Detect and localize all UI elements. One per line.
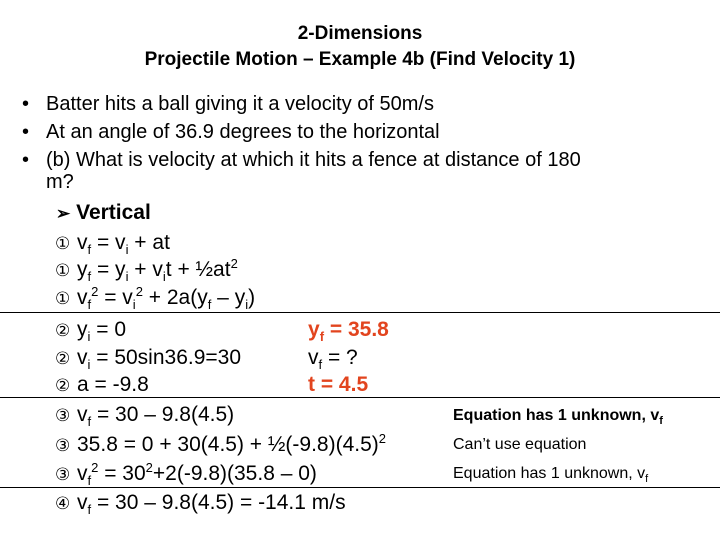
- note-text: Equation has 1 unknown, v: [453, 465, 646, 482]
- equation-1: ① vf = vi + at: [55, 230, 170, 257]
- eq-text: y: [77, 318, 88, 341]
- bullet-text: At an angle of 36.9 degrees to the horiz…: [46, 121, 440, 143]
- eq-text: = 30: [98, 462, 146, 485]
- note-1: Equation has 1 unknown, vf: [453, 407, 663, 427]
- eq-text: = v: [98, 286, 133, 309]
- step-2-icon: ②: [55, 321, 71, 340]
- eq-sup: 2: [378, 431, 386, 446]
- eq-text: + 2a(y: [142, 286, 208, 309]
- eq-sub: f: [87, 473, 92, 488]
- final-answer: ④ vf = 30 – 9.8(4.5) = -14.1 m/s: [55, 490, 346, 517]
- section-label: Vertical: [76, 201, 151, 224]
- equation-3: ① vf2 = vi2 + 2a(yf – yi): [55, 285, 255, 312]
- bullet-dot-icon: •: [22, 121, 30, 143]
- eq-text: v: [77, 462, 88, 485]
- note-2: Can’t use equation: [453, 436, 586, 454]
- eq-text: + v: [128, 258, 163, 281]
- equation-2: ① yf = yi + vit + ½at2: [55, 257, 238, 284]
- eq-text: v: [77, 491, 88, 514]
- eq-text: = ?: [322, 346, 358, 369]
- divider-line: [0, 487, 720, 488]
- arrow-bullet-icon: ➢: [56, 204, 71, 223]
- bullet-dot-icon: •: [22, 149, 30, 171]
- section-heading: ➢ Vertical: [56, 200, 151, 227]
- note-text: Can’t use equation: [453, 436, 587, 453]
- bullet-text: (b) What is velocity at which it hits a …: [46, 149, 581, 171]
- eq-text: v: [77, 286, 88, 309]
- bullet-dot-icon: •: [22, 93, 30, 115]
- eq-text: – y: [211, 286, 246, 309]
- note-sub: f: [659, 415, 663, 427]
- step-2-icon: ②: [55, 349, 71, 368]
- step-4-icon: ④: [55, 494, 71, 513]
- step-1-icon: ①: [55, 261, 71, 280]
- eq-text: ): [248, 286, 256, 309]
- known-a: ② a = -9.8: [55, 372, 149, 399]
- known-yf: yf = 35.8: [308, 317, 389, 343]
- known-vi: ② vi = 50sin36.9=30: [55, 345, 241, 372]
- step-3-icon: ③: [55, 465, 71, 484]
- known-yi: ② yi = 0: [55, 317, 126, 344]
- step-1-icon: ①: [55, 234, 71, 253]
- eq-text: v: [77, 403, 88, 426]
- eq-text: = 0: [90, 318, 127, 341]
- eq-text: = y: [91, 258, 126, 281]
- eq-text: = 50sin36.9=30: [90, 346, 242, 369]
- substitution-1: ③ vf = 30 – 9.8(4.5): [55, 402, 234, 429]
- eq-text: t = 4.5: [308, 373, 369, 396]
- substitution-2: ③ 35.8 = 0 + 30(4.5) + ½(-9.8)(4.5)2: [55, 432, 386, 459]
- note-sub: f: [645, 473, 649, 485]
- eq-text: v: [77, 231, 88, 254]
- eq-text: y: [77, 258, 88, 281]
- eq-text: t + ½at: [165, 258, 231, 281]
- eq-sup: 2: [230, 256, 238, 271]
- eq-sup: 2: [145, 460, 153, 475]
- step-3-icon: ③: [55, 406, 71, 425]
- eq-sub: i: [132, 297, 136, 312]
- eq-text: v: [77, 346, 88, 369]
- known-t: t = 4.5: [308, 372, 368, 398]
- bullet-text: Batter hits a ball giving it a velocity …: [46, 93, 434, 115]
- step-2-icon: ②: [55, 376, 71, 395]
- step-3-icon: ③: [55, 436, 71, 455]
- eq-sup: 2: [135, 284, 143, 299]
- slide-title-line1: 2-Dimensions: [297, 23, 423, 44]
- eq-text: = 30 – 9.8(4.5) = -14.1 m/s: [91, 491, 346, 514]
- slide-title-line2: Projectile Motion – Example 4b (Find Vel…: [144, 49, 576, 70]
- unknown-vf: vf = ?: [308, 345, 358, 371]
- eq-text: +2(-9.8)(35.8 – 0): [152, 462, 317, 485]
- step-1-icon: ①: [55, 289, 71, 308]
- eq-text: = 35.8: [324, 318, 389, 341]
- eq-text: = 30 – 9.8(4.5): [91, 403, 235, 426]
- eq-text: v: [308, 346, 319, 369]
- eq-text: y: [308, 318, 320, 341]
- note-text: Equation has 1 unknown, v: [453, 407, 660, 424]
- bullet-text: m?: [46, 171, 74, 193]
- note-3: Equation has 1 unknown, vf: [453, 465, 649, 485]
- eq-text: a = -9.8: [77, 373, 149, 396]
- substitution-3: ③ vf2 = 302+2(-9.8)(35.8 – 0): [55, 461, 317, 488]
- divider-line: [0, 312, 720, 313]
- eq-text: = v: [91, 231, 126, 254]
- eq-sub: f: [87, 297, 92, 312]
- divider-line: [0, 397, 720, 398]
- eq-text: 35.8 = 0 + 30(4.5) + ½(-9.8)(4.5): [77, 433, 379, 456]
- eq-text: + at: [128, 231, 170, 254]
